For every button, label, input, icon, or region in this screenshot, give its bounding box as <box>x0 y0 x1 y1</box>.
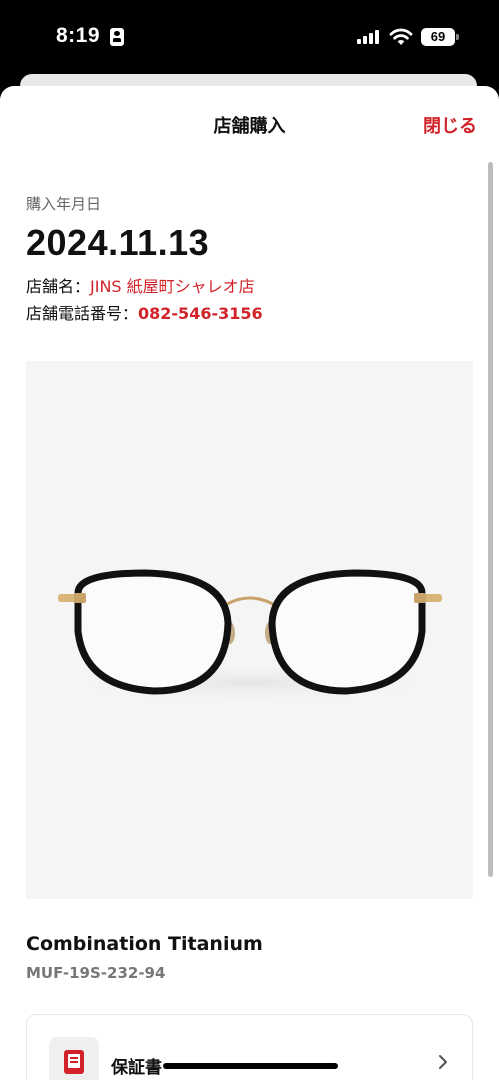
store-purchase-sheet: 店舗購入 閉じる 購入年月日 2024.11.13 店舗名：JINS 紙屋町シャ… <box>0 86 499 1080</box>
glasses-illustration <box>50 569 450 705</box>
home-indicator[interactable] <box>163 1063 338 1069</box>
warranty-label: 保証書 <box>111 1058 162 1078</box>
warranty-card[interactable]: 保証書 <box>26 1014 473 1080</box>
purchase-date-label: 購入年月日 <box>26 195 102 213</box>
status-bar: 8:19 69 <box>0 0 499 78</box>
product-code: MUF-19S-232-94 <box>26 964 166 982</box>
store-phone-label: 店舗電話番号： <box>26 304 139 323</box>
store-name-link[interactable]: JINS 紙屋町シャレオ店 <box>90 277 255 296</box>
store-name-label: 店舗名： <box>26 277 91 296</box>
person-badge-icon <box>110 28 124 46</box>
store-name-row: 店舗名：JINS 紙屋町シャレオ店 <box>26 273 255 297</box>
chevron-right-icon <box>439 1055 447 1069</box>
purchase-date-value: 2024.11.13 <box>26 222 210 263</box>
battery-icon: 69 <box>421 28 459 46</box>
status-time: 8:19 <box>56 24 101 47</box>
store-phone-link[interactable]: 082-546-3156 <box>138 304 263 323</box>
product-image <box>26 361 473 899</box>
store-phone-row: 店舗電話番号：082-546-3156 <box>26 300 263 324</box>
cellular-signal-icon <box>357 30 379 44</box>
wifi-icon <box>389 28 413 45</box>
scrollbar[interactable] <box>488 162 493 877</box>
document-icon <box>49 1037 99 1080</box>
close-button[interactable]: 閉じる <box>423 112 477 138</box>
product-name: Combination Titanium <box>26 933 263 955</box>
